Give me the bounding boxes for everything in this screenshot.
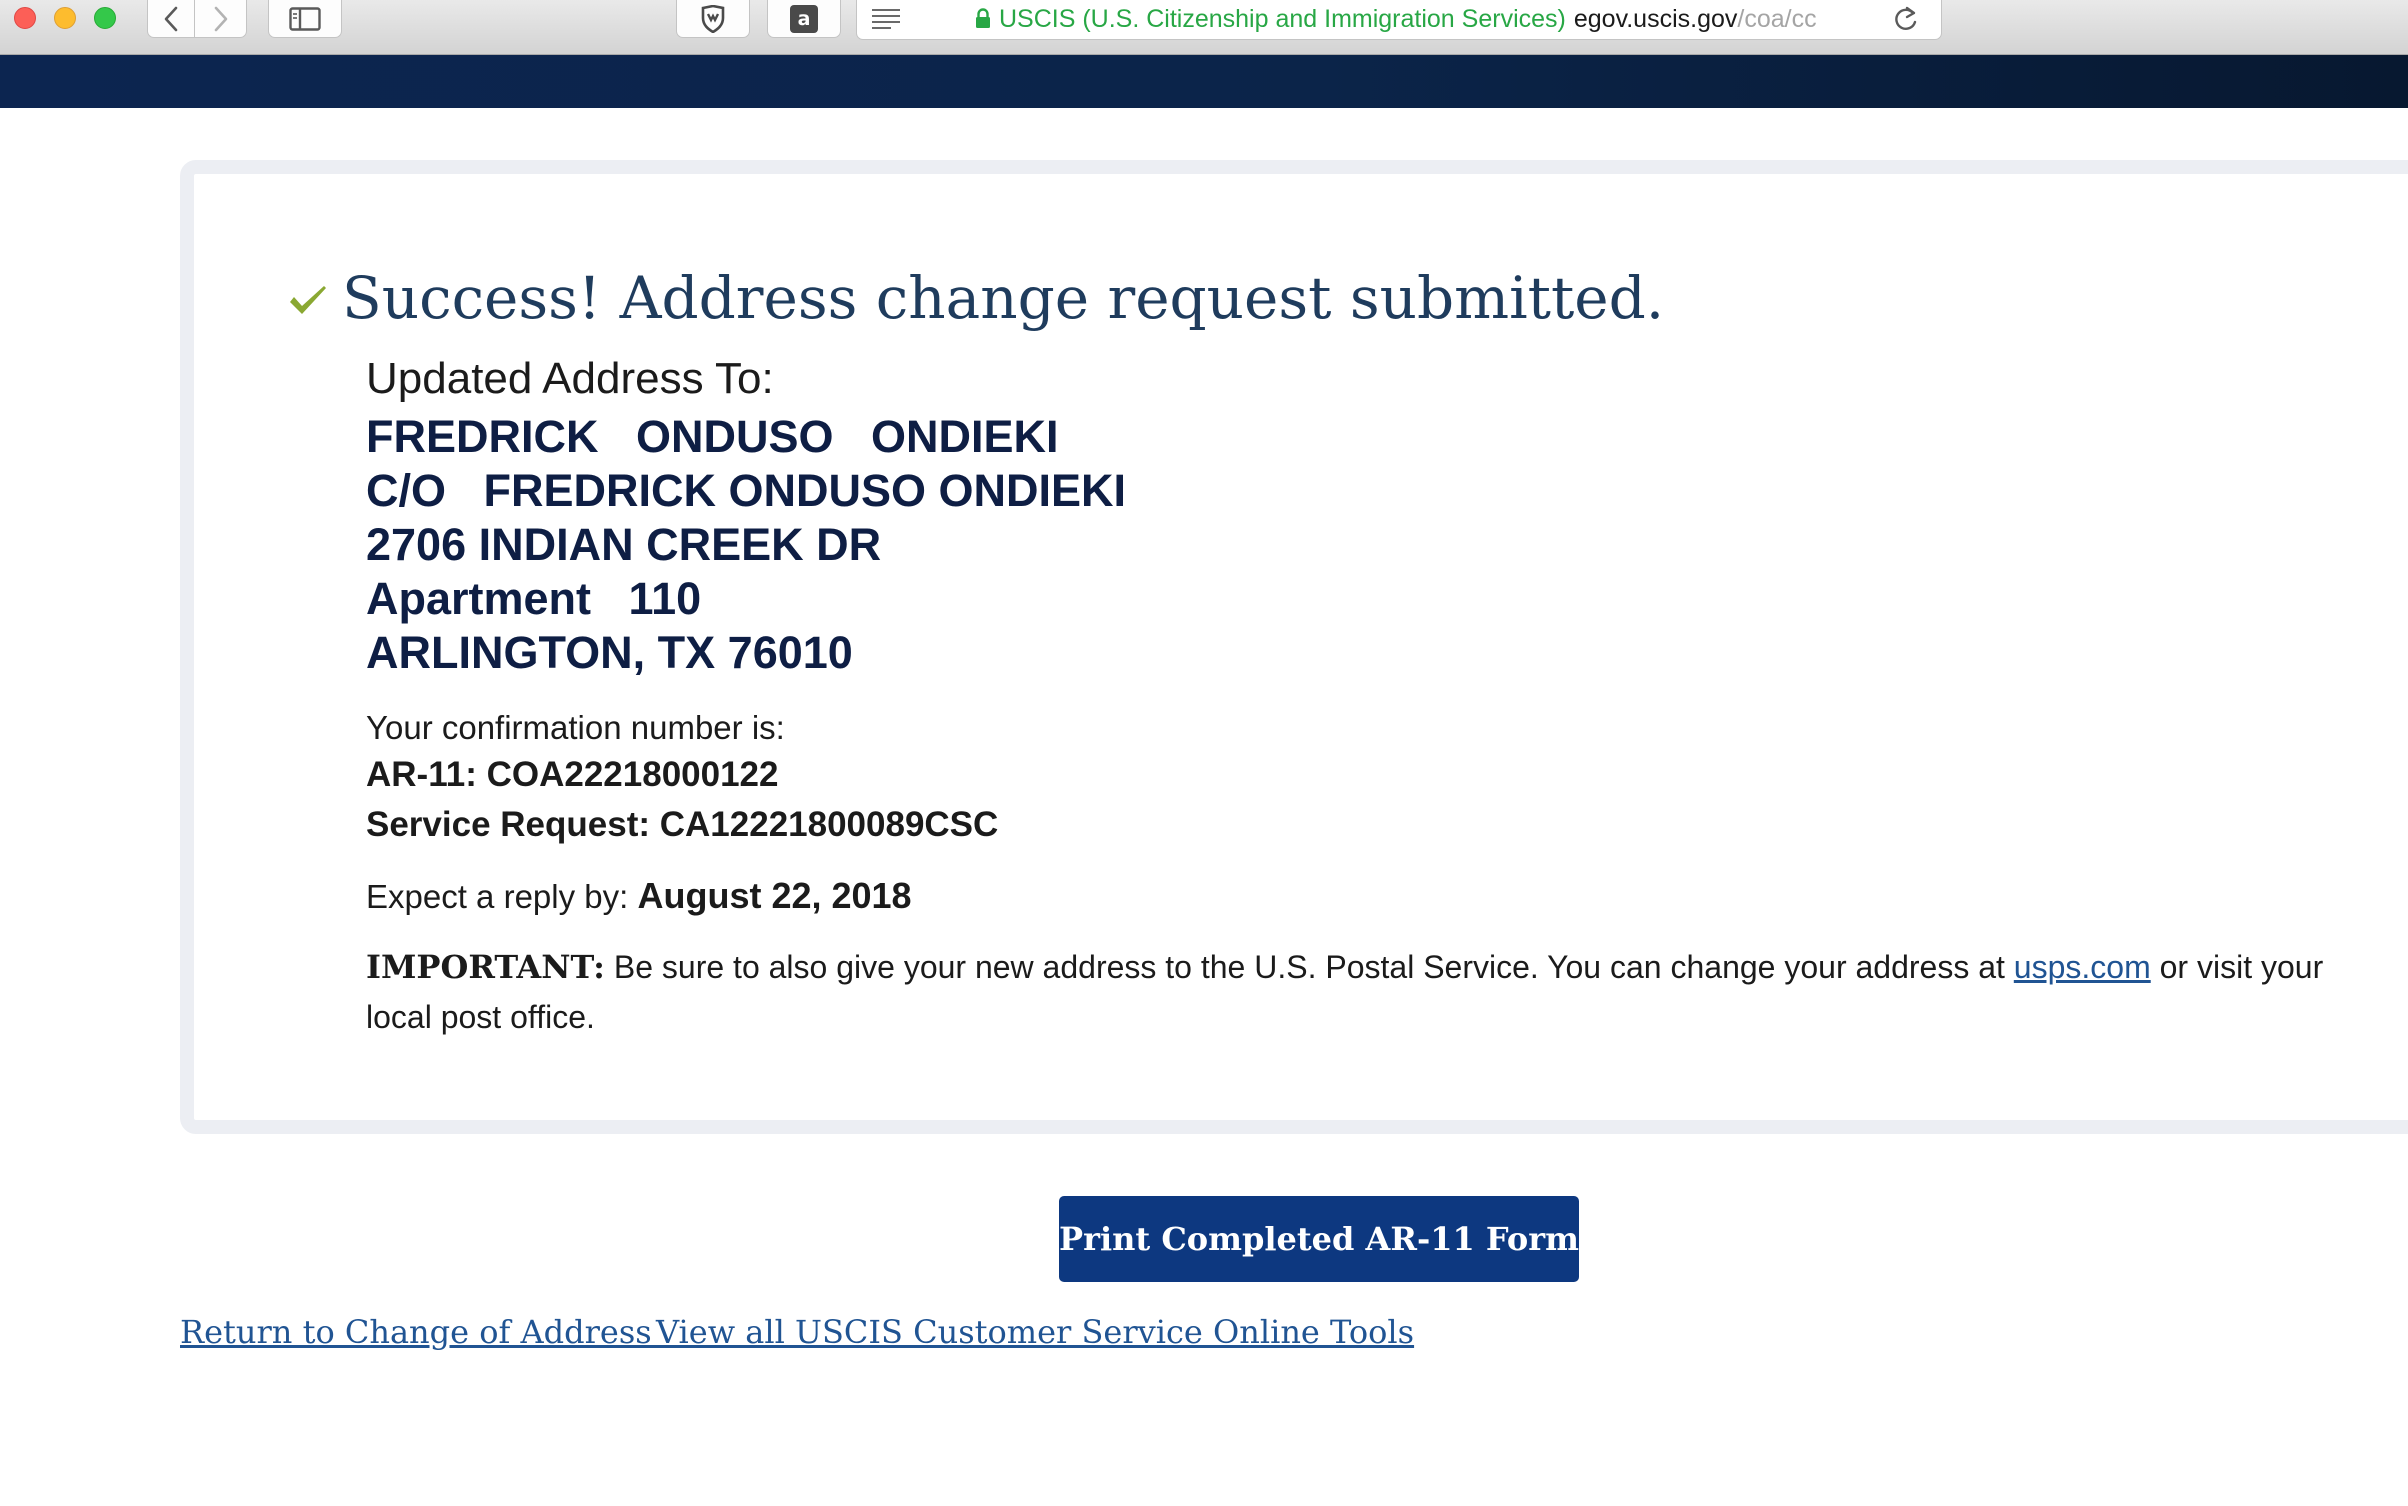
address-line-street: 2706 INDIAN CREEK DR — [366, 519, 882, 570]
site-identity: USCIS (U.S. Citizenship and Immigration … — [999, 5, 1566, 33]
service-request-number: Service Request: CA12221800089CSC — [366, 805, 999, 844]
url-host: egov.uscis.gov — [1573, 5, 1738, 33]
reload-icon[interactable] — [1893, 6, 1919, 34]
lock-icon — [976, 8, 990, 28]
print-ar11-button[interactable]: Print Completed AR-11 Form — [1059, 1196, 1579, 1282]
sidebar-toggle-button[interactable] — [268, 0, 342, 38]
browser-toolbar: a USCIS (U.S. Citizenship and Immigratio… — [0, 0, 2408, 55]
address-line-name: FREDRICK ONDUSO ONDIEKI — [366, 411, 1059, 462]
reply-expectation: Expect a reply by: August 22, 2018 — [366, 874, 912, 919]
important-notice: IMPORTANT: Be sure to also give your new… — [366, 942, 2346, 1042]
usps-link[interactable]: usps.com — [2014, 949, 2151, 985]
url-path: /coa/cc — [1737, 5, 1817, 33]
address-line-city-state-zip: ARLINGTON, TX 76010 — [366, 627, 853, 678]
address-line-apartment: Apartment 110 — [366, 573, 702, 624]
amazon-icon: a — [790, 4, 818, 33]
ar11-confirmation-number: AR-11: COA22218000122 — [366, 755, 779, 794]
site-header-bar — [0, 55, 2408, 108]
close-window-button[interactable] — [14, 7, 36, 29]
back-button[interactable] — [147, 0, 195, 38]
reply-date: August 22, 2018 — [637, 875, 912, 916]
important-text: Be sure to also give your new address to… — [613, 949, 2005, 985]
minimize-window-button[interactable] — [54, 7, 76, 29]
extension-button-2[interactable]: a — [767, 0, 841, 38]
success-heading: Success! Address change request submitte… — [342, 264, 1665, 332]
reply-label: Expect a reply by: — [366, 878, 629, 915]
forward-button[interactable] — [195, 0, 247, 38]
confirmation-label: Your confirmation number is: — [366, 709, 785, 746]
address-block: FREDRICK ONDUSO ONDIEKI C/O FREDRICK OND… — [366, 410, 1126, 680]
view-online-tools-link[interactable]: View all USCIS Customer Service Online T… — [656, 1310, 1414, 1354]
address-bar[interactable]: USCIS (U.S. Citizenship and Immigration … — [856, 0, 1942, 40]
sidebar-icon — [289, 6, 321, 31]
chevron-right-icon — [214, 6, 227, 31]
checkmark-icon — [290, 286, 326, 314]
zoom-window-button[interactable] — [94, 7, 116, 29]
updated-address-label: Updated Address To: — [366, 354, 774, 403]
extension-button-1[interactable] — [676, 0, 750, 38]
address-line-care-of: C/O FREDRICK ONDUSO ONDIEKI — [366, 465, 1127, 516]
shield-icon — [701, 4, 725, 33]
svg-text:a: a — [798, 8, 811, 30]
important-label: IMPORTANT: — [366, 948, 605, 986]
chevron-left-icon — [164, 6, 178, 31]
return-to-change-of-address-link[interactable]: Return to Change of Address — [180, 1310, 662, 1354]
reader-icon[interactable] — [871, 8, 901, 30]
